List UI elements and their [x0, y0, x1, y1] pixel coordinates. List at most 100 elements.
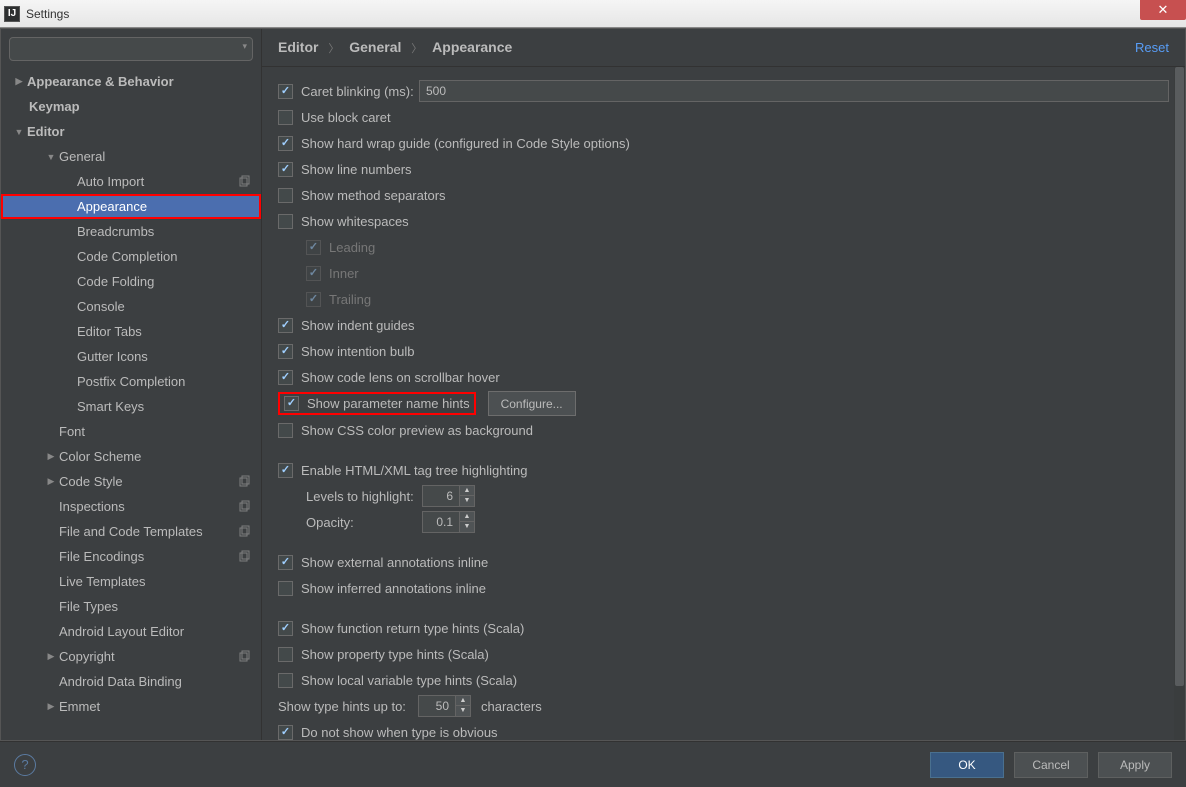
- input-opacity[interactable]: [422, 511, 460, 533]
- tree-copyright[interactable]: ▶Copyright: [1, 644, 261, 669]
- spin-down-icon[interactable]: ▼: [456, 706, 470, 716]
- project-scope-icon: [239, 525, 251, 537]
- tree-file-code-templates[interactable]: File and Code Templates: [1, 519, 261, 544]
- tree-label: File and Code Templates: [59, 524, 203, 539]
- spin-up-icon[interactable]: ▲: [460, 512, 474, 522]
- ok-button[interactable]: OK: [930, 752, 1004, 778]
- reset-link[interactable]: Reset: [1135, 40, 1169, 55]
- tree-label: Live Templates: [59, 574, 145, 589]
- tree-smart-keys[interactable]: Smart Keys: [1, 394, 261, 419]
- search-dropdown-icon[interactable]: ▾: [242, 41, 247, 52]
- spin-up-icon[interactable]: ▲: [460, 486, 474, 496]
- tree-keymap[interactable]: Keymap: [1, 94, 261, 119]
- label-line-numbers: Show line numbers: [301, 162, 412, 177]
- search-input[interactable]: [9, 37, 253, 61]
- input-levels[interactable]: [422, 485, 460, 507]
- checkbox-ext-ann[interactable]: [278, 555, 293, 570]
- configure-button[interactable]: Configure...: [488, 391, 576, 416]
- checkbox-whitespaces[interactable]: [278, 214, 293, 229]
- tree-color-scheme[interactable]: ▶Color Scheme: [1, 444, 261, 469]
- label-inf-ann: Show inferred annotations inline: [301, 581, 486, 596]
- tree-label: Keymap: [29, 99, 80, 114]
- tree-label: Font: [59, 424, 85, 439]
- tree-live-templates[interactable]: Live Templates: [1, 569, 261, 594]
- checkbox-code-lens[interactable]: [278, 370, 293, 385]
- tree-font[interactable]: Font: [1, 419, 261, 444]
- tree-auto-import[interactable]: Auto Import: [1, 169, 261, 194]
- apply-button[interactable]: Apply: [1098, 752, 1172, 778]
- label-css-color: Show CSS color preview as background: [301, 423, 533, 438]
- label-tag-tree: Enable HTML/XML tag tree highlighting: [301, 463, 527, 478]
- chevron-right-icon: 〉: [411, 43, 422, 55]
- project-scope-icon: [239, 550, 251, 562]
- help-button[interactable]: ?: [14, 754, 36, 776]
- checkbox-caret-blinking[interactable]: [278, 84, 293, 99]
- tree-file-encodings[interactable]: File Encodings: [1, 544, 261, 569]
- label-caret-blinking: Caret blinking (ms):: [301, 84, 419, 99]
- checkbox-fn-return[interactable]: [278, 621, 293, 636]
- row-caret-blinking: Caret blinking (ms):: [278, 79, 1169, 103]
- cancel-button[interactable]: Cancel: [1014, 752, 1088, 778]
- tree-label: Smart Keys: [77, 399, 144, 414]
- spin-up-icon[interactable]: ▲: [456, 696, 470, 706]
- input-type-hints[interactable]: [418, 695, 456, 717]
- settings-tree: ▶Appearance & Behavior Keymap ▼Editor ▼G…: [1, 65, 261, 740]
- tree-emmet[interactable]: ▶Emmet: [1, 694, 261, 719]
- spin-down-icon[interactable]: ▼: [460, 522, 474, 532]
- tree-appearance[interactable]: Appearance: [1, 194, 261, 219]
- tree-editor[interactable]: ▼Editor: [1, 119, 261, 144]
- spinner-type-hints[interactable]: ▲▼: [418, 695, 471, 717]
- tree-code-folding[interactable]: Code Folding: [1, 269, 261, 294]
- tree-label: Android Layout Editor: [59, 624, 184, 639]
- tree-label: Gutter Icons: [77, 349, 148, 364]
- checkbox-prop-hints[interactable]: [278, 647, 293, 662]
- tree-inspections[interactable]: Inspections: [1, 494, 261, 519]
- checkbox-line-numbers[interactable]: [278, 162, 293, 177]
- checkbox-obvious[interactable]: [278, 725, 293, 740]
- input-caret-blinking[interactable]: [419, 80, 1169, 102]
- window-close-button[interactable]: ✕: [1140, 0, 1186, 20]
- checkbox-method-sep[interactable]: [278, 188, 293, 203]
- checkbox-inf-ann[interactable]: [278, 581, 293, 596]
- tree-code-style[interactable]: ▶Code Style: [1, 469, 261, 494]
- tree-label: Copyright: [59, 649, 115, 664]
- tree-editor-tabs[interactable]: Editor Tabs: [1, 319, 261, 344]
- tree-label: File Types: [59, 599, 118, 614]
- tree-gutter-icons[interactable]: Gutter Icons: [1, 344, 261, 369]
- scrollbar[interactable]: [1174, 67, 1185, 740]
- tree-code-completion[interactable]: Code Completion: [1, 244, 261, 269]
- tree-appearance-behavior[interactable]: ▶Appearance & Behavior: [1, 69, 261, 94]
- spinner-opacity[interactable]: ▲▼: [422, 511, 475, 533]
- checkbox-hard-wrap[interactable]: [278, 136, 293, 151]
- tree-general[interactable]: ▼General: [1, 144, 261, 169]
- chevron-right-icon: 〉: [328, 43, 339, 55]
- project-scope-icon: [239, 475, 251, 487]
- spin-down-icon[interactable]: ▼: [460, 496, 474, 506]
- checkbox-intention-bulb[interactable]: [278, 344, 293, 359]
- tree-file-types[interactable]: File Types: [1, 594, 261, 619]
- tree-label: Auto Import: [77, 174, 144, 189]
- label-method-sep: Show method separators: [301, 188, 446, 203]
- tree-android-layout-editor[interactable]: Android Layout Editor: [1, 619, 261, 644]
- checkbox-block-caret[interactable]: [278, 110, 293, 125]
- checkbox-indent-guides[interactable]: [278, 318, 293, 333]
- content-header: Editor 〉 General 〉 Appearance Reset: [262, 29, 1185, 67]
- tree-console[interactable]: Console: [1, 294, 261, 319]
- dialog-body: ▾ ▶Appearance & Behavior Keymap ▼Editor …: [0, 28, 1186, 741]
- tree-postfix-completion[interactable]: Postfix Completion: [1, 369, 261, 394]
- checkbox-local-var[interactable]: [278, 673, 293, 688]
- tree-label: File Encodings: [59, 549, 144, 564]
- label-ws-inner: Inner: [329, 266, 359, 281]
- breadcrumb: Editor 〉 General 〉 Appearance: [278, 39, 1135, 56]
- spinner-levels[interactable]: ▲▼: [422, 485, 475, 507]
- checkbox-css-color[interactable]: [278, 423, 293, 438]
- label-param-hints: Show parameter name hints: [307, 396, 470, 411]
- checkbox-tag-tree[interactable]: [278, 463, 293, 478]
- search-wrap: ▾: [1, 29, 261, 65]
- scrollbar-thumb[interactable]: [1175, 67, 1184, 686]
- checkbox-param-hints[interactable]: [284, 396, 299, 411]
- tree-label: Appearance & Behavior: [27, 74, 174, 89]
- tree-label: Editor Tabs: [77, 324, 142, 339]
- tree-breadcrumbs[interactable]: Breadcrumbs: [1, 219, 261, 244]
- tree-android-data-binding[interactable]: Android Data Binding: [1, 669, 261, 694]
